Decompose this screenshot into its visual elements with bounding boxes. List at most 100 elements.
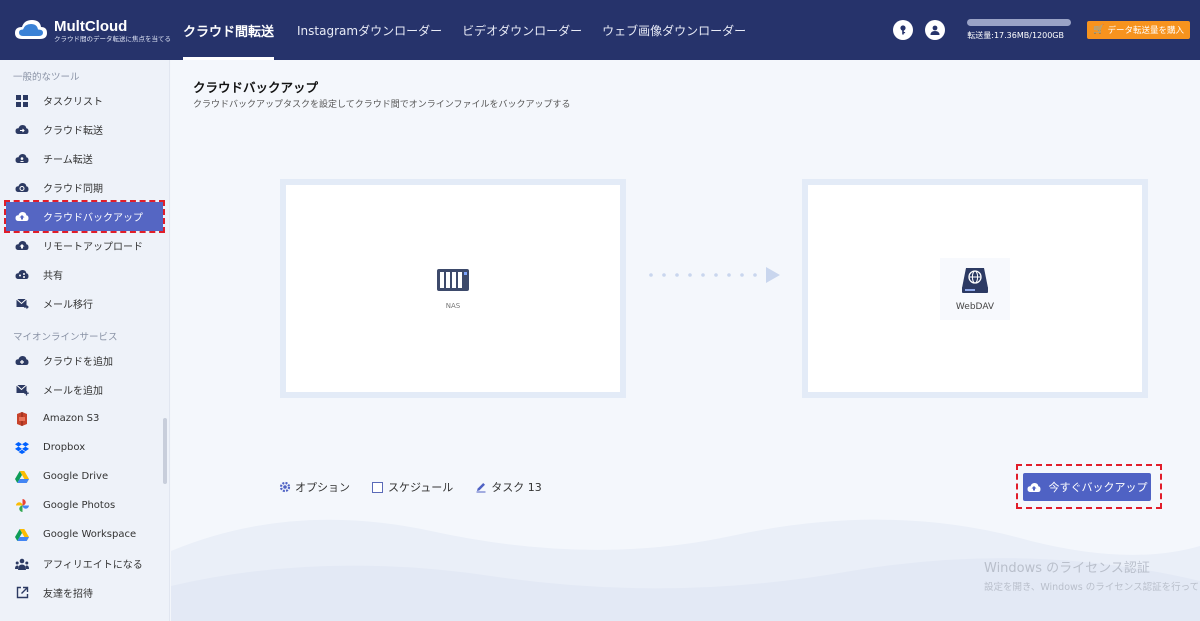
backup-now-button[interactable]: 今すぐバックアップ bbox=[1023, 473, 1151, 501]
sidebar-item-label: クラウド同期 bbox=[43, 184, 103, 195]
sidebar-item-label: Google Workspace bbox=[43, 529, 137, 540]
task-list-icon bbox=[15, 94, 29, 108]
sidebar-item-google-workspace[interactable]: Google Workspace bbox=[0, 520, 169, 549]
page-description: クラウドバックアップタスクを設定してクラウド間でオンラインファイルをバックアップ… bbox=[193, 100, 571, 110]
google-photos-icon bbox=[15, 499, 29, 513]
cloud-transfer-icon bbox=[15, 123, 29, 137]
google-drive-icon bbox=[15, 470, 29, 484]
sidebar-item-label: 共有 bbox=[43, 271, 63, 282]
sidebar-item-label: リモートアップロード bbox=[43, 242, 143, 253]
sidebar-item-label: Google Drive bbox=[43, 471, 109, 482]
remote-upload-icon bbox=[15, 239, 29, 253]
usage-bar bbox=[967, 19, 1072, 26]
buy-data-button[interactable]: 🛒 データ転送量を購入 bbox=[1087, 21, 1190, 39]
sidebar-item-label: クラウドを追加 bbox=[43, 357, 113, 368]
main-nav: クラウド間転送 Instagramダウンローダー ビデオダウンローダー ウェブ画… bbox=[170, 0, 756, 60]
nav-instagram-downloader[interactable]: Instagramダウンローダー bbox=[287, 0, 452, 60]
user-icon[interactable] bbox=[925, 20, 946, 40]
sidebar-item-label: タスクリスト bbox=[43, 97, 103, 108]
sidebar-item-dropbox[interactable]: Dropbox bbox=[0, 433, 169, 462]
buy-data-label: データ転送量を購入 bbox=[1107, 26, 1184, 36]
amazon-s3-icon bbox=[15, 411, 29, 426]
sidebar-item-cloud-transfer[interactable]: クラウド転送 bbox=[0, 115, 169, 144]
sidebar-item-label: メールを追加 bbox=[43, 386, 103, 397]
multcloud-logo-icon bbox=[14, 17, 48, 43]
sidebar-item-task-list[interactable]: タスクリスト bbox=[0, 86, 169, 115]
main-content: クラウドバックアップ クラウドバックアップタスクを設定してクラウド間でオンライン… bbox=[171, 60, 1200, 621]
target-box[interactable]: WebDAV bbox=[802, 179, 1148, 398]
sidebar-item-add-email[interactable]: メールを追加 bbox=[0, 375, 169, 404]
nav-cloud-transfer[interactable]: クラウド間転送 bbox=[170, 0, 287, 60]
sidebar-item-label: メール移行 bbox=[43, 300, 93, 311]
sidebar-item-affiliate[interactable]: アフィリエイトになる bbox=[0, 549, 169, 578]
page-title: クラウドバックアップ bbox=[193, 80, 319, 95]
sidebar-item-cloud-sync[interactable]: クラウド同期 bbox=[0, 173, 169, 202]
backup-now-label: 今すぐバックアップ bbox=[1048, 481, 1148, 494]
sidebar-item-share[interactable]: 共有 bbox=[0, 260, 169, 289]
transfer-usage: 転送量:17.36MB/1200GB bbox=[967, 19, 1075, 41]
nav-video-downloader[interactable]: ビデオダウンローダー bbox=[452, 0, 592, 60]
webdav-tile: WebDAV bbox=[940, 257, 1010, 320]
add-email-icon bbox=[15, 383, 29, 397]
add-cloud-icon bbox=[15, 354, 29, 368]
email-migration-icon bbox=[15, 297, 29, 311]
sidebar-item-label: チーム転送 bbox=[43, 155, 93, 166]
watermark-line1: Windows のライセンス認証 bbox=[984, 561, 1150, 576]
sidebar-item-amazon-s3[interactable]: Amazon S3 bbox=[0, 404, 169, 433]
nas-icon bbox=[436, 268, 470, 296]
sidebar-section-services: マイオンラインサービス bbox=[13, 332, 118, 343]
top-bar: MultCloud クラウド間のデータ転送に焦点を当てる クラウド間転送 Ins… bbox=[0, 0, 1200, 60]
sidebar-item-label: Google Photos bbox=[43, 500, 116, 511]
schedule-checkbox[interactable] bbox=[372, 481, 383, 493]
schedule-label: スケジュール bbox=[388, 481, 454, 494]
sidebar-item-cloud-backup[interactable]: クラウドバックアップ bbox=[4, 200, 165, 233]
target-label: WebDAV bbox=[955, 301, 995, 312]
invite-icon bbox=[15, 586, 29, 600]
arrow-dots-icon bbox=[649, 267, 780, 283]
sidebar-item-label: Amazon S3 bbox=[43, 413, 100, 424]
source-box[interactable]: NAS bbox=[280, 179, 626, 398]
sidebar-item-label: Dropbox bbox=[43, 442, 86, 453]
cloud-sync-icon bbox=[15, 181, 29, 195]
sidebar-item-add-cloud[interactable]: クラウドを追加 bbox=[0, 346, 169, 375]
options-label: オプション bbox=[295, 481, 350, 494]
google-workspace-icon bbox=[15, 528, 29, 542]
sidebar-section-tools: 一般的なツール bbox=[13, 72, 80, 83]
background-wave bbox=[171, 519, 1200, 621]
options-button[interactable]: オプション bbox=[279, 479, 350, 495]
nav-web-image-downloader[interactable]: ウェブ画像ダウンローダー bbox=[592, 0, 756, 60]
sidebar-item-email-migration[interactable]: メール移行 bbox=[0, 289, 169, 318]
affiliate-icon bbox=[15, 557, 29, 571]
sidebar: 一般的なツール タスクリスト クラウド転送 チーム転送クラウド同期クラウドバックアッ… bbox=[0, 60, 170, 621]
cloud-backup-icon bbox=[1027, 482, 1041, 493]
share-icon bbox=[15, 268, 29, 282]
backup-highlight: 今すぐバックアップ bbox=[1016, 464, 1162, 509]
pencil-icon bbox=[475, 481, 487, 493]
sidebar-item-label: クラウド転送 bbox=[43, 126, 103, 137]
source-label: NAS bbox=[445, 301, 461, 310]
task-name-edit[interactable]: タスク 13 bbox=[475, 479, 542, 495]
sidebar-item-google-photos[interactable]: Google Photos bbox=[0, 491, 169, 520]
sidebar-item-label: アフィリエイトになる bbox=[43, 560, 143, 571]
cloud-backup-icon bbox=[15, 210, 29, 224]
usage-text: 転送量:17.36MB/1200GB bbox=[967, 31, 1064, 40]
sidebar-item-remote-upload[interactable]: リモートアップロード bbox=[0, 231, 169, 260]
task-toolbar: オプション スケジュール タスク 13 bbox=[279, 479, 564, 495]
team-transfer-icon bbox=[15, 152, 29, 166]
watermark-line2: 設定を開き、Windows のライセンス認証を行ってください bbox=[984, 582, 1200, 593]
logo[interactable]: MultCloud クラウド間のデータ転送に焦点を当てる bbox=[0, 0, 171, 60]
schedule-toggle[interactable]: スケジュール bbox=[372, 479, 453, 495]
sidebar-item-invite[interactable]: 友達を招待 bbox=[0, 578, 169, 607]
cart-icon: 🛒 bbox=[1093, 25, 1105, 35]
app-tagline: クラウド間のデータ転送に焦点を当てる bbox=[54, 34, 171, 43]
key-icon[interactable] bbox=[893, 20, 914, 40]
sidebar-item-label: 友達を招待 bbox=[43, 589, 93, 600]
sidebar-item-team-transfer[interactable]: チーム転送 bbox=[0, 144, 169, 173]
dropbox-icon bbox=[15, 441, 29, 455]
sidebar-scrollbar[interactable] bbox=[163, 418, 167, 484]
task-name-label: タスク 13 bbox=[491, 481, 542, 494]
webdav-icon bbox=[960, 266, 990, 298]
sidebar-item-google-drive[interactable]: Google Drive bbox=[0, 462, 169, 491]
gear-icon bbox=[279, 481, 291, 493]
app-name: MultCloud bbox=[54, 17, 128, 35]
